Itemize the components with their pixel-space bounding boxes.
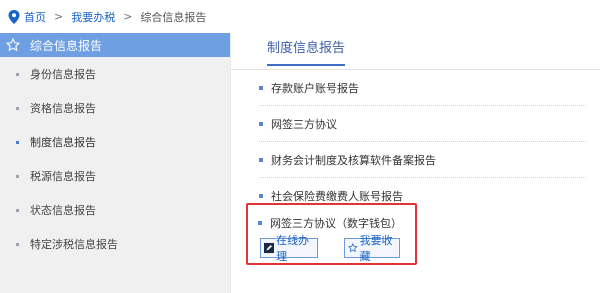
bullet-icon xyxy=(16,174,19,178)
highlighted-report-box: 网签三方协议（数字钱包） 在线办理 我要收藏 xyxy=(246,203,417,265)
add-favorite-button[interactable]: 我要收藏 xyxy=(344,234,400,263)
report-list: 存款账户账号报告 网签三方协议 财务会计制度及核算软件备案报告 社会保险费缴费人… xyxy=(231,70,600,214)
highlighted-report-label: 网签三方协议（数字钱包） xyxy=(270,217,402,230)
breadcrumb-current: 综合信息报告 xyxy=(140,10,207,24)
sidebar-item-identity[interactable]: 身份信息报告 xyxy=(0,57,230,91)
report-item-label: 存款账户账号报告 xyxy=(271,81,359,95)
sidebar-item-tax-source[interactable]: 税源信息报告 xyxy=(0,159,230,193)
bullet-icon xyxy=(16,242,19,246)
sidebar-item-label: 资格信息报告 xyxy=(30,102,96,115)
online-process-label: 在线办理 xyxy=(276,234,310,263)
report-item-label: 网签三方协议 xyxy=(271,117,337,131)
sidebar-item-status[interactable]: 状态信息报告 xyxy=(0,193,230,227)
report-item[interactable]: 财务会计制度及核算软件备案报告 xyxy=(259,142,586,178)
sidebar-item-qualification[interactable]: 资格信息报告 xyxy=(0,91,230,125)
highlighted-report-title[interactable]: 网签三方协议（数字钱包） xyxy=(258,215,402,231)
location-pin-icon xyxy=(8,9,20,24)
sidebar-menu: 身份信息报告 资格信息报告 制度信息报告 税源信息报告 状态信息报告 特定涉税信… xyxy=(0,57,230,261)
bullet-icon xyxy=(16,208,19,212)
breadcrumb: 首页 > 我要办税 > 综合信息报告 xyxy=(0,0,600,33)
add-favorite-label: 我要收藏 xyxy=(359,234,393,263)
bullet-icon xyxy=(16,106,19,110)
breadcrumb-separator: > xyxy=(54,10,64,23)
report-item[interactable]: 存款账户账号报告 xyxy=(259,70,586,106)
sidebar-item-label: 特定涉税信息报告 xyxy=(30,238,118,251)
pen-icon xyxy=(264,242,275,254)
sidebar: 综合信息报告 身份信息报告 资格信息报告 制度信息报告 税源信息报告 状态信息报… xyxy=(0,33,230,293)
star-outline-icon xyxy=(348,242,358,253)
bullet-icon xyxy=(16,72,19,76)
sidebar-header: 综合信息报告 xyxy=(0,33,230,57)
bullet-icon xyxy=(259,121,263,126)
report-item[interactable]: 网签三方协议 xyxy=(259,106,586,142)
breadcrumb-separator: > xyxy=(123,10,133,23)
breadcrumb-section-link[interactable]: 我要办税 xyxy=(71,9,115,25)
tab-bar: 制度信息报告 xyxy=(231,33,600,70)
main-panel: 制度信息报告 存款账户账号报告 网签三方协议 财务会计制度及核算软件备案报告 社… xyxy=(230,33,600,293)
bullet-icon xyxy=(258,221,262,225)
sidebar-title: 综合信息报告 xyxy=(30,38,103,53)
bullet-icon xyxy=(259,194,263,198)
bullet-icon xyxy=(259,157,263,162)
report-item-label: 社会保险费缴费人账号报告 xyxy=(271,190,403,203)
star-outline-icon xyxy=(6,38,20,52)
sidebar-item-specific-tax[interactable]: 特定涉税信息报告 xyxy=(0,227,230,261)
sidebar-item-label: 制度信息报告 xyxy=(30,136,96,149)
breadcrumb-home-link[interactable]: 首页 xyxy=(24,9,46,25)
bullet-icon xyxy=(16,140,19,144)
sidebar-item-label: 身份信息报告 xyxy=(30,68,96,81)
sidebar-item-label: 税源信息报告 xyxy=(30,170,96,183)
report-item-label: 财务会计制度及核算软件备案报告 xyxy=(271,153,436,167)
sidebar-item-system[interactable]: 制度信息报告 xyxy=(0,125,230,159)
bullet-icon xyxy=(259,85,263,90)
online-process-button[interactable]: 在线办理 xyxy=(260,234,318,263)
tab-system-report[interactable]: 制度信息报告 xyxy=(267,37,346,66)
sidebar-item-label: 状态信息报告 xyxy=(30,204,96,217)
